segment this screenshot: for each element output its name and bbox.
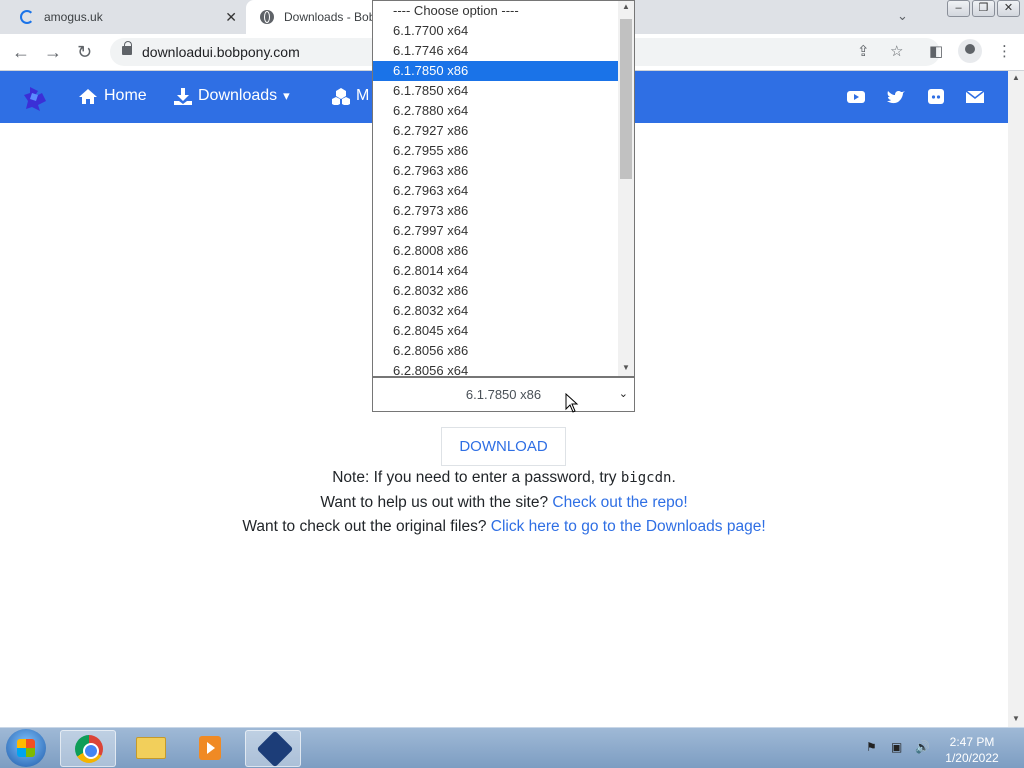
nav-more-label: M (356, 87, 370, 104)
bookmark-star-icon[interactable]: ☆ (890, 42, 903, 60)
repo-note-prefix: Want to help us out with the site? (320, 494, 553, 511)
nav-downloads-label: Downloads (198, 87, 278, 104)
discord-icon[interactable] (926, 87, 946, 107)
share-icon[interactable]: ⇪ (857, 42, 870, 60)
dropdown-scrollbar[interactable]: ▲ ▼ (618, 1, 634, 376)
mouse-cursor-icon (565, 393, 579, 413)
version-option[interactable]: 6.1.7850 x86 (373, 61, 618, 81)
version-option[interactable]: 6.2.8056 x64 (373, 361, 618, 376)
repo-note: Want to help us out with the site? Check… (0, 494, 1008, 512)
taskbar-explorer[interactable] (122, 730, 178, 767)
scroll-down-arrow-icon[interactable]: ▼ (622, 363, 630, 372)
version-option[interactable]: 6.2.7963 x64 (373, 181, 618, 201)
back-icon[interactable]: ← (12, 42, 30, 63)
minimize-button[interactable]: – (947, 0, 970, 17)
version-option[interactable]: 6.1.7746 x64 (373, 41, 618, 61)
taskbar-virtualbox[interactable] (245, 730, 301, 768)
version-option[interactable]: 6.2.8032 x64 (373, 301, 618, 321)
tab-title: amogus.uk (44, 10, 103, 24)
version-option[interactable]: 6.2.8014 x64 (373, 261, 618, 281)
clock-time: 2:47 PM (949, 735, 995, 749)
password-note: Note: If you need to enter a password, t… (0, 469, 1008, 487)
loading-spinner-icon (20, 10, 34, 24)
profile-avatar[interactable] (958, 39, 982, 63)
forward-icon[interactable]: → (44, 42, 62, 63)
version-option[interactable]: 6.1.7700 x64 (373, 21, 618, 41)
system-clock[interactable]: 2:47 PM 1/20/2022 (930, 734, 1014, 766)
taskbar-chrome[interactable] (60, 730, 116, 767)
nav-downloads[interactable]: Downloads ▾ (174, 87, 290, 105)
media-player-icon (199, 736, 221, 760)
twitter-icon[interactable] (886, 87, 906, 107)
page-scrollbar[interactable]: ▲ ▼ (1008, 71, 1024, 727)
mail-icon[interactable] (965, 87, 985, 107)
nav-home[interactable]: Home (78, 87, 147, 105)
version-option[interactable]: ---- Choose option ---- (373, 1, 618, 21)
youtube-icon[interactable] (846, 87, 866, 107)
tab-close-icon[interactable]: ✕ (225, 9, 237, 26)
nav-more[interactable]: M (332, 87, 369, 105)
explorer-icon (136, 737, 166, 759)
version-option[interactable]: 6.2.8032 x86 (373, 281, 618, 301)
home-icon (79, 88, 97, 104)
restore-button[interactable]: ❐ (972, 0, 995, 17)
chevron-down-icon: ⌄ (618, 388, 628, 400)
version-dropdown-list[interactable]: ---- Choose option ---- 6.1.7700 x64 6.1.7… (372, 0, 635, 377)
site-logo[interactable] (24, 85, 48, 111)
password-code: bigcdn (620, 470, 672, 486)
downloads-page-link[interactable]: Click here to go to the Downloads page! (491, 518, 766, 535)
menu-kebab-icon[interactable]: ⋮ (997, 42, 1012, 60)
cubes-icon (332, 87, 350, 105)
start-button[interactable] (6, 729, 46, 767)
windows-taskbar: ⚑ ▣ 🔊 2:47 PM 1/20/2022 (0, 727, 1024, 768)
clock-date: 1/20/2022 (945, 751, 999, 765)
version-option[interactable]: 6.2.8008 x86 (373, 241, 618, 261)
tab-title: Downloads - Bob (284, 10, 376, 24)
version-select-value: 6.1.7850 x86 (465, 387, 542, 402)
version-option[interactable]: 6.2.7963 x86 (373, 161, 618, 181)
chevron-down-icon: ▾ (283, 88, 290, 103)
globe-icon (260, 10, 274, 24)
url-text[interactable]: downloadui.bobpony.com (142, 44, 300, 60)
tab-search-chevron-icon[interactable]: ⌄ (897, 8, 908, 24)
action-center-flag-icon[interactable]: ⚑ (866, 740, 882, 754)
volume-icon[interactable]: 🔊 (915, 740, 931, 754)
chrome-icon (75, 735, 103, 763)
version-select[interactable]: 6.1.7850 x86 ⌄ (372, 377, 635, 412)
version-option[interactable]: 6.2.8045 x64 (373, 321, 618, 341)
nav-home-label: Home (104, 87, 147, 104)
taskbar-media-player[interactable] (183, 730, 239, 767)
scroll-down-arrow-icon[interactable]: ▼ (1012, 714, 1020, 723)
version-option[interactable]: 6.2.7997 x64 (373, 221, 618, 241)
side-panel-icon[interactable]: ◧ (929, 42, 943, 60)
scroll-up-arrow-icon[interactable]: ▲ (1012, 73, 1020, 82)
option-list: ---- Choose option ---- 6.1.7700 x64 6.1.7… (373, 1, 634, 376)
dropdown-scroll-thumb[interactable] (620, 19, 632, 179)
version-option[interactable]: 6.2.7955 x86 (373, 141, 618, 161)
files-note-prefix: Want to check out the original files? (242, 518, 491, 535)
reload-icon[interactable]: ↻ (77, 42, 92, 63)
version-option[interactable]: 6.2.7973 x86 (373, 201, 618, 221)
password-note-suffix: . (671, 469, 676, 486)
download-button[interactable]: DOWNLOAD (441, 427, 566, 466)
version-option[interactable]: 6.2.7880 x64 (373, 101, 618, 121)
tab-amogus[interactable]: amogus.uk ✕ (0, 0, 245, 34)
virtualbox-icon (256, 730, 294, 768)
repo-link[interactable]: Check out the repo! (552, 494, 687, 511)
window-controls: – ❐ ✕ (945, 0, 1020, 17)
version-option[interactable]: 6.1.7850 x64 (373, 81, 618, 101)
files-note: Want to check out the original files? Cl… (0, 518, 1008, 536)
scroll-up-arrow-icon[interactable]: ▲ (622, 2, 630, 11)
download-icon (174, 87, 192, 105)
version-option[interactable]: 6.2.8056 x86 (373, 341, 618, 361)
lock-icon[interactable] (122, 41, 132, 55)
close-button[interactable]: ✕ (997, 0, 1020, 17)
version-option[interactable]: 6.2.7927 x86 (373, 121, 618, 141)
password-note-prefix: Note: If you need to enter a password, t… (332, 469, 621, 486)
network-icon[interactable]: ▣ (891, 740, 907, 754)
